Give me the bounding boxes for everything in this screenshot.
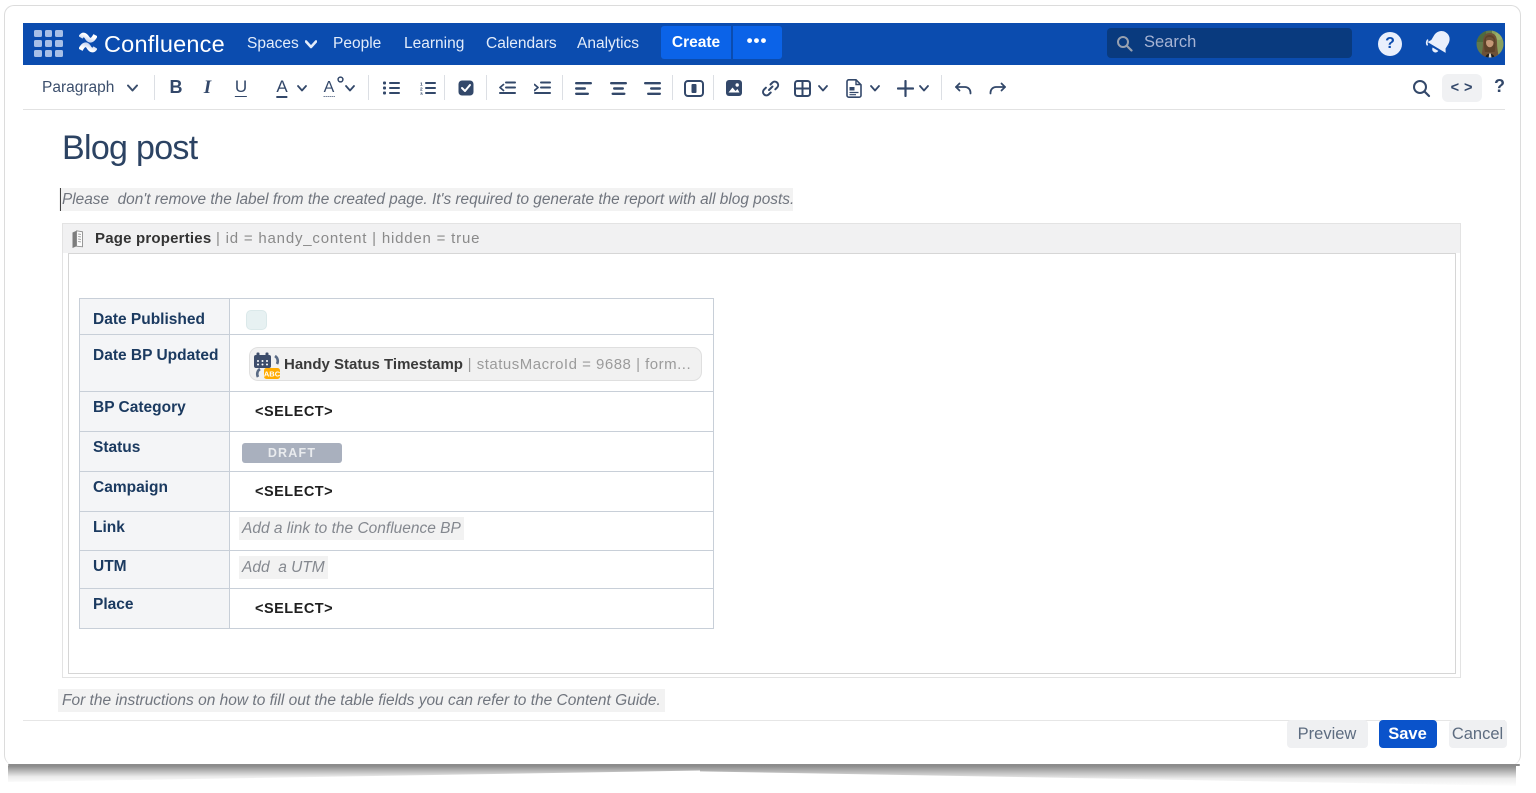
svg-text:3: 3 [420, 92, 423, 95]
svg-text:ABC: ABC [264, 370, 281, 379]
